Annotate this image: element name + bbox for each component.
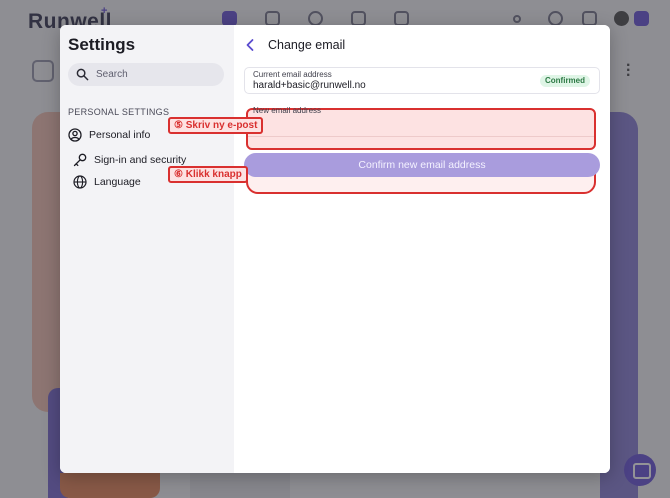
current-email-value: harald+basic@runwell.no <box>253 80 366 91</box>
new-email-label: New email address <box>253 106 322 115</box>
user-circle-icon <box>68 128 82 142</box>
input-underline <box>248 136 594 137</box>
sidebar-item-label: Language <box>94 176 141 188</box>
globe-icon <box>73 175 87 189</box>
settings-sidebar: Settings Search PERSONAL SETTINGS Person… <box>60 25 234 473</box>
sidebar-item-language[interactable]: Language <box>73 173 141 191</box>
search-placeholder: Search <box>96 69 128 80</box>
search-input[interactable]: Search <box>68 63 224 86</box>
status-badge: Confirmed <box>540 75 590 87</box>
current-email-label: Current email address <box>253 70 332 79</box>
chevron-left-icon[interactable] <box>244 38 256 52</box>
new-email-field[interactable]: New email address <box>246 106 596 150</box>
settings-title: Settings <box>68 35 136 54</box>
key-icon <box>73 153 87 167</box>
current-email-field: Current email address harald+basic@runwe… <box>244 67 600 94</box>
search-icon <box>76 68 89 81</box>
confirm-new-email-button[interactable]: Confirm new email address <box>244 153 600 177</box>
annotation-step-6: ⑥ Klikk knapp <box>168 166 248 183</box>
section-label-personal-settings: PERSONAL SETTINGS <box>68 107 170 117</box>
settings-modal: Settings Search PERSONAL SETTINGS Person… <box>60 25 610 473</box>
sidebar-item-label: Personal info <box>89 129 151 141</box>
sidebar-item-label: Sign-in and security <box>94 154 187 166</box>
sidebar-item-personal-info[interactable]: Personal info <box>68 126 150 144</box>
change-email-panel: Change email Current email address haral… <box>234 25 610 473</box>
annotation-step-5: ⑤ Skriv ny e-post <box>168 117 264 134</box>
page-title: Change email <box>268 38 346 52</box>
